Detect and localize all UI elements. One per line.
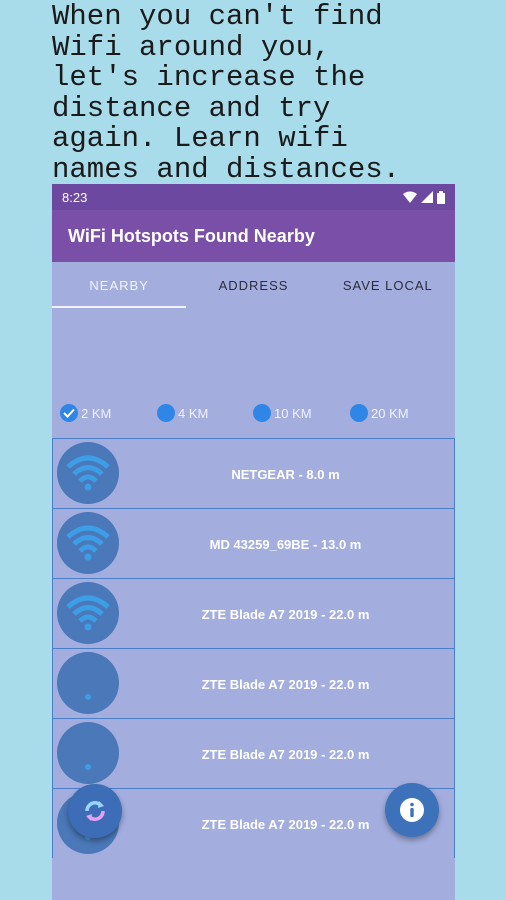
hotspot-row[interactable]: ZTE Blade A7 2019 - 22.0 m (52, 578, 455, 648)
wifi-icon (57, 582, 119, 644)
radio-icon (350, 404, 368, 422)
refresh-icon (85, 801, 105, 821)
hotspot-name: ZTE Blade A7 2019 - 22.0 m (201, 676, 370, 692)
hotspot-name: ZTE Blade A7 2019 - 22.0 m (201, 606, 370, 622)
hotspot-row[interactable]: ZTE Blade A7 2019 - 22.0 m (52, 718, 455, 788)
radio-10km[interactable]: 10 KM (253, 404, 312, 422)
radio-label: 20 KM (371, 405, 409, 421)
hotspot-name: MD 43259_69BE - 13.0 m (209, 536, 362, 552)
promo-caption: When you can't find Wifi around you, let… (52, 0, 401, 186)
hotspot-name: ZTE Blade A7 2019 - 22.0 m (201, 746, 370, 762)
checked-radio-icon (60, 404, 78, 422)
radio-20km[interactable]: 20 KM (350, 404, 409, 422)
hotspot-row[interactable]: MD 43259_69BE - 13.0 m (52, 508, 455, 578)
tab-address[interactable]: ADDRESS (186, 262, 320, 308)
radio-label: 2 KM (81, 405, 112, 421)
radio-label: 4 KM (178, 405, 209, 421)
hotspot-name: NETGEAR - 8.0 m (231, 466, 340, 482)
radio-4km[interactable]: 4 KM (157, 404, 208, 422)
hotspot-row[interactable]: ZTE Blade A7 2019 - 22.0 m (52, 648, 455, 718)
cell-signal-icon (421, 191, 433, 203)
radio-icon (253, 404, 271, 422)
radio-2km[interactable]: 2 KM (60, 404, 111, 422)
wifi-icon (57, 442, 119, 504)
battery-icon (437, 190, 445, 204)
refresh-button[interactable] (68, 784, 122, 838)
wifi-weak-icon (57, 722, 119, 784)
app-title: WiFi Hotspots Found Nearby (68, 225, 315, 246)
app-bar: WiFi Hotspots Found Nearby (52, 210, 455, 262)
phone-screen: 8:23 WiFi Hotspots Found Nearby NEARBY A… (52, 184, 455, 900)
tab-bar: NEARBY ADDRESS SAVE LOCAL (52, 262, 455, 308)
wifi-weak-icon (57, 652, 119, 714)
info-button[interactable] (385, 783, 439, 837)
hotspot-row[interactable]: NETGEAR - 8.0 m (52, 438, 455, 508)
tab-save-local[interactable]: SAVE LOCAL (321, 262, 455, 308)
radius-radio-group: 2 KM 4 KM 10 KM 20 KM (52, 404, 455, 426)
status-bar: 8:23 (52, 184, 455, 210)
tab-indicator (52, 306, 186, 308)
radio-label: 10 KM (274, 405, 312, 421)
info-icon (400, 798, 424, 822)
wifi-icon (57, 512, 119, 574)
radio-icon (157, 404, 175, 422)
status-icons (403, 190, 445, 204)
status-time: 8:23 (62, 189, 88, 205)
tab-nearby[interactable]: NEARBY (52, 262, 186, 308)
wifi-status-icon (403, 191, 417, 203)
